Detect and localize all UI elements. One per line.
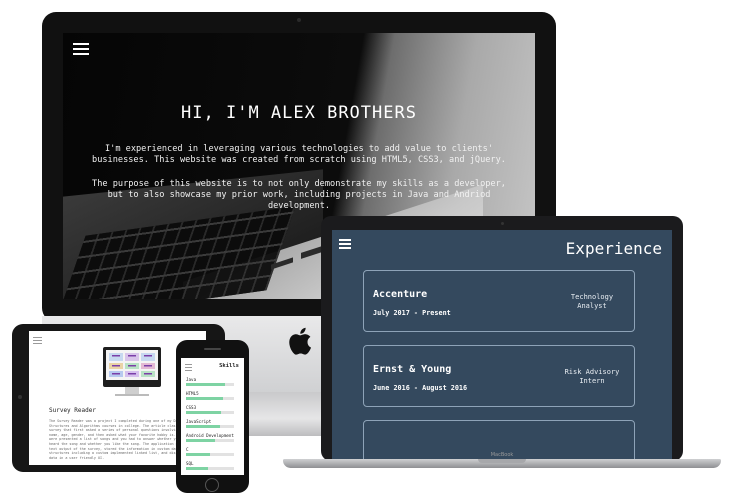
- skill-bar: [186, 397, 234, 400]
- iphone-home-button: [205, 478, 219, 492]
- skill-bar-fill: [186, 453, 210, 456]
- project-title: Survey Reader: [49, 407, 96, 414]
- experience-card[interactable]: Accenture July 2017 - Present Technology…: [363, 270, 635, 332]
- experience-dates: July 2017 - Present: [373, 309, 451, 317]
- skill-bar-fill: [186, 439, 215, 442]
- project-thumbnail-screen: [106, 350, 158, 380]
- skill-bar: [186, 411, 234, 414]
- macbook-screen: Experience Accenture July 2017 - Present…: [332, 230, 672, 461]
- skill-name: JavaScript: [186, 419, 212, 424]
- skill-bar: [186, 383, 234, 386]
- skill-name: C: [186, 447, 189, 452]
- skills-title: Skills: [219, 363, 239, 369]
- imac-camera: [297, 18, 301, 22]
- skill-bar: [186, 467, 234, 470]
- experience-role: Risk Advisory Intern: [564, 368, 620, 385]
- apple-logo-icon: [289, 327, 311, 355]
- skill-name: Java: [186, 377, 197, 382]
- experience-dates: June 2016 - August 2016: [373, 384, 468, 392]
- experience-role: Technology Analyst: [570, 293, 614, 310]
- experience-card[interactable]: Ernst & Young June 2016 - August 2016 Ri…: [363, 345, 635, 407]
- skill-name: SQL: [186, 461, 194, 466]
- experience-company: Ernst & Young: [373, 364, 452, 375]
- skill-bar: [186, 425, 234, 428]
- macbook-camera: [501, 222, 504, 225]
- skill-bar: [186, 453, 234, 456]
- skill-name: CSS3: [186, 405, 197, 410]
- project-thumbnail-graphic: [109, 353, 155, 377]
- skill-bar-fill: [186, 425, 220, 428]
- skill-name: Android Development: [186, 433, 234, 438]
- hamburger-menu-icon[interactable]: [33, 337, 42, 345]
- skill-bar: [186, 439, 234, 442]
- skill-name: HTML5: [186, 391, 199, 396]
- iphone-speaker: [204, 348, 221, 350]
- skill-bar-fill: [186, 411, 221, 414]
- macbook-notch: [478, 459, 526, 463]
- skill-bar-fill: [186, 383, 226, 386]
- skill-bar-fill: [186, 397, 224, 400]
- iphone-screen: Skills Java HTML5 CSS3 JavaScript Androi…: [181, 358, 244, 475]
- skill-bar-fill: [186, 467, 208, 470]
- experience-company: Accenture: [373, 289, 428, 300]
- project-thumbnail-base: [115, 394, 149, 396]
- macbook-label: MacBook: [490, 452, 514, 458]
- ipad-camera: [18, 395, 22, 399]
- hamburger-menu-icon[interactable]: [73, 43, 89, 55]
- hero-paragraph: I'm experienced in leveraging various te…: [92, 144, 506, 165]
- experience-title: Experience: [565, 239, 662, 258]
- hero-title: HI, I'M ALEX BROTHERS: [181, 103, 417, 123]
- hero-paragraph: The purpose of this website is to not on…: [92, 179, 506, 211]
